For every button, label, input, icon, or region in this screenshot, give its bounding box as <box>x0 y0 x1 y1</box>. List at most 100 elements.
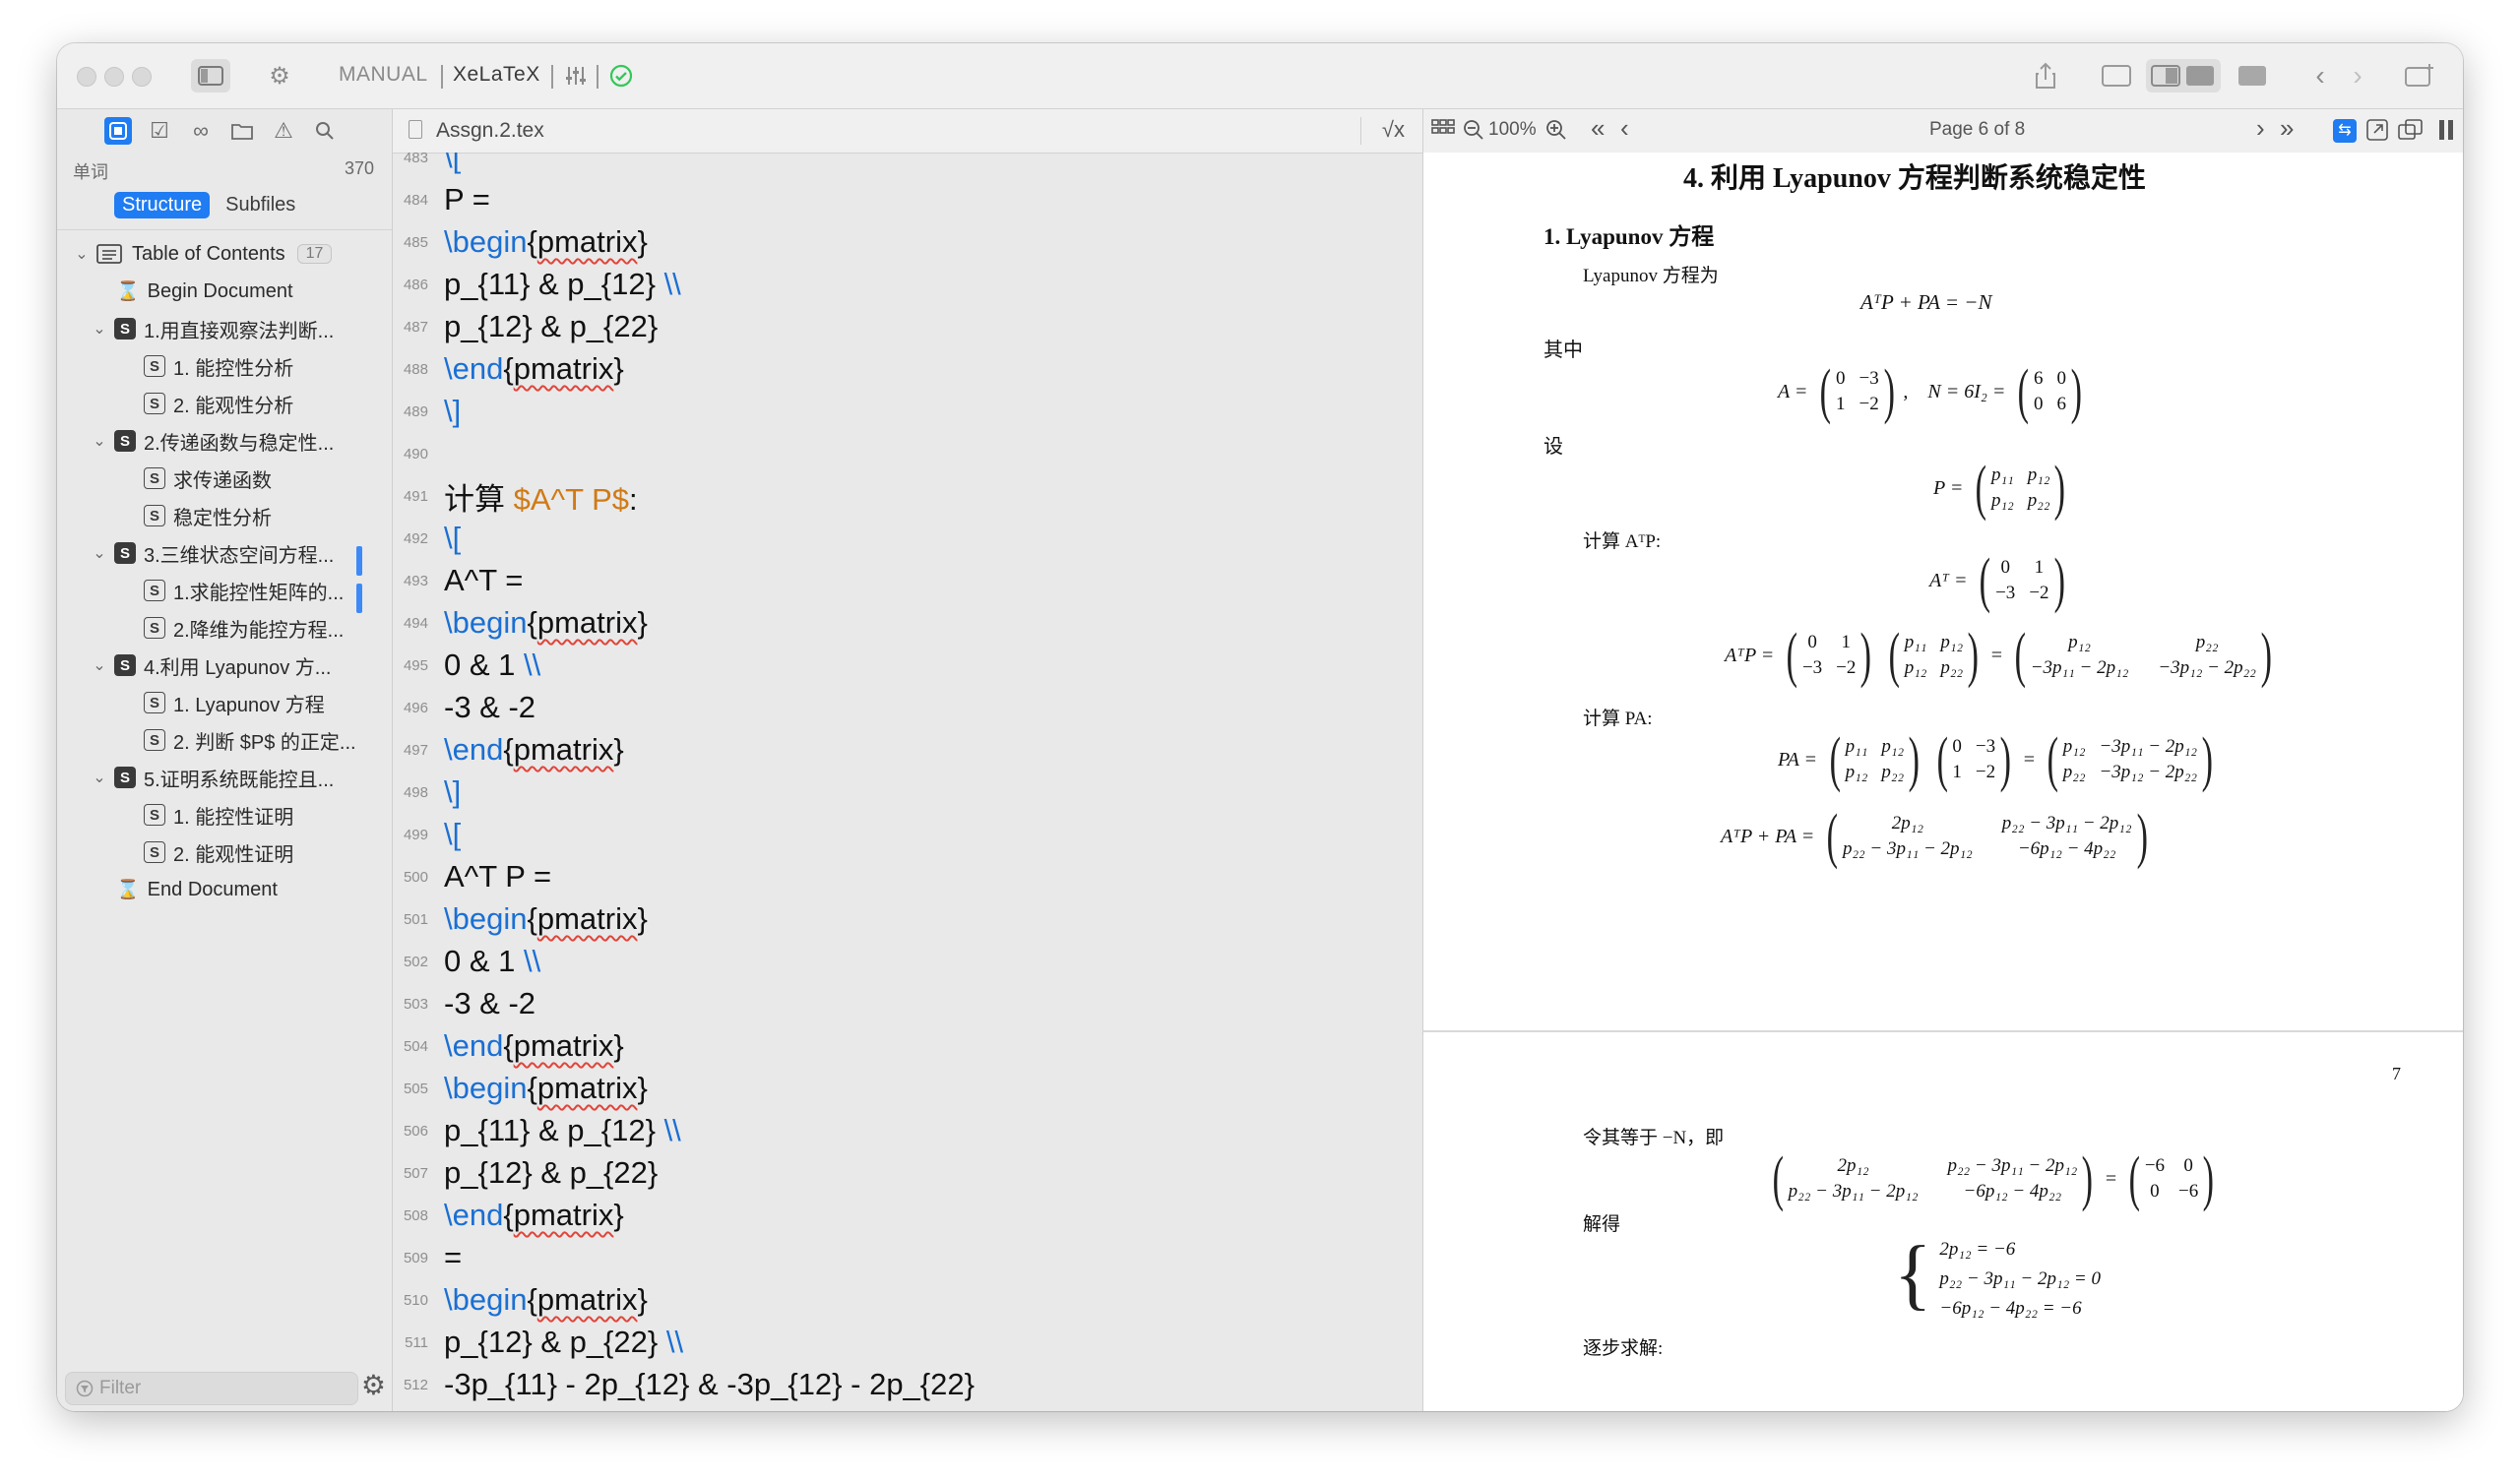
zoom-level[interactable]: 100% <box>1488 119 1537 141</box>
code-text[interactable]: 0 & 1 \\ <box>444 648 540 683</box>
layout-single-icon[interactable] <box>2097 59 2136 93</box>
first-page-icon[interactable]: « <box>1591 113 1605 144</box>
outline-subsection[interactable]: S 1. 能控性证明 <box>144 798 293 832</box>
code-text[interactable]: \end{pmatrix} <box>444 732 624 768</box>
outline-document-marker[interactable]: ⌛ End Document <box>116 873 278 906</box>
code-line[interactable]: 499 \[ <box>393 814 461 855</box>
zoom-in-icon[interactable] <box>1545 119 1567 147</box>
chevron-down-icon[interactable]: ⌄ <box>91 319 108 339</box>
outline-section[interactable]: ⌄ S 1.用直接观察法判断... <box>91 312 334 345</box>
layout-split-icon[interactable] <box>2146 59 2221 93</box>
code-text[interactable]: = <box>444 1240 462 1275</box>
code-text[interactable]: p_{12} & p_{22} <box>444 309 658 344</box>
code-text[interactable]: \[ <box>444 521 461 556</box>
code-line[interactable]: 509 = <box>393 1237 462 1278</box>
sidebar-toggle-icon[interactable] <box>191 59 230 93</box>
build-mode-label[interactable]: MANUAL <box>339 63 428 87</box>
outline-subsection[interactable]: S 2. 能观性分析 <box>144 387 293 420</box>
outline-document-marker[interactable]: ⌛ Begin Document <box>116 275 293 308</box>
outline-subsection[interactable]: S 1. 能控性分析 <box>144 349 293 383</box>
warning-icon[interactable]: ⚠ <box>270 117 297 145</box>
code-line[interactable]: 503 -3 & -2 <box>393 983 536 1024</box>
code-text[interactable]: \] <box>444 774 461 810</box>
code-text[interactable]: p_{11} & p_{12} \\ <box>444 267 681 302</box>
column-layout-icon[interactable] <box>2437 119 2455 147</box>
outline-section[interactable]: ⌄ S 5.证明系统既能控且... <box>91 761 334 794</box>
code-text[interactable]: \begin{pmatrix} <box>444 605 648 641</box>
code-text[interactable]: -3 & -2 <box>444 986 536 1021</box>
link-icon[interactable]: ∞ <box>187 117 215 145</box>
close-window-button[interactable] <box>77 67 96 87</box>
code-line[interactable]: 488 \end{pmatrix} <box>393 348 624 390</box>
code-text[interactable]: p_{12} & p_{22} \\ <box>444 1325 683 1360</box>
next-page-icon[interactable]: › <box>2256 113 2265 144</box>
code-text[interactable]: 0 & 1 \\ <box>444 944 540 979</box>
filter-input[interactable]: Filter <box>65 1372 358 1405</box>
outline-section[interactable]: ⌄ S 2.传递函数与稳定性... <box>91 424 334 458</box>
editor-filename[interactable]: Assgn.2.tex <box>436 119 544 143</box>
code-line[interactable]: 483 \[ <box>393 153 461 178</box>
code-line[interactable]: 487 p_{12} & p_{22} <box>393 306 658 347</box>
code-line[interactable]: 512 -3p_{11} - 2p_{12} & -3p_{12} - 2p_{2… <box>393 1364 975 1405</box>
back-chevron-icon[interactable]: ‹ <box>2305 59 2335 93</box>
code-line[interactable]: 490 <box>393 433 444 474</box>
code-line[interactable]: 491 计算 $A^T P$: <box>393 475 638 517</box>
thumbnail-grid-icon[interactable] <box>1431 119 1455 147</box>
build-success-check-icon[interactable] <box>604 59 638 93</box>
code-line[interactable]: 495 0 & 1 \\ <box>393 645 540 686</box>
code-line[interactable]: 510 \begin{pmatrix} <box>393 1279 648 1321</box>
code-text[interactable]: p_{11} & p_{12} \\ <box>444 1113 681 1148</box>
code-line[interactable]: 496 -3 & -2 <box>393 687 536 728</box>
search-icon[interactable] <box>311 117 339 145</box>
code-line[interactable]: 489 \] <box>393 391 461 432</box>
minimize-window-button[interactable] <box>104 67 124 87</box>
chevron-down-icon[interactable]: ⌄ <box>91 655 108 675</box>
code-text[interactable]: \begin{pmatrix} <box>444 224 648 260</box>
code-line[interactable]: 502 0 & 1 \\ <box>393 941 540 982</box>
code-text[interactable]: \begin{pmatrix} <box>444 1282 648 1318</box>
share-icon[interactable] <box>2026 59 2065 93</box>
math-sqrt-icon[interactable]: √x <box>1382 117 1405 143</box>
settings-gear-icon[interactable]: ⚙ <box>260 59 299 93</box>
code-line[interactable]: 508 \end{pmatrix} <box>393 1195 624 1236</box>
zoom-out-icon[interactable] <box>1463 119 1484 147</box>
code-line[interactable]: 513\end{pmatrix} <box>393 1406 624 1411</box>
code-line[interactable]: 492 \[ <box>393 518 461 559</box>
code-text[interactable]: A^T = <box>444 563 523 598</box>
code-text[interactable]: \] <box>444 394 461 429</box>
outline-section[interactable]: ⌄ S 3.三维状态空间方程... <box>91 536 334 570</box>
folder-icon[interactable] <box>228 117 256 145</box>
code-line[interactable]: 511 p_{12} & p_{22} \\ <box>393 1322 683 1363</box>
code-line[interactable]: 493 A^T = <box>393 560 523 601</box>
outline-subsection[interactable]: S 2. 能观性证明 <box>144 835 293 869</box>
code-line[interactable]: 497 \end{pmatrix} <box>393 729 624 771</box>
todo-checkbox-icon[interactable]: ☑ <box>146 117 173 145</box>
outline-subsection[interactable]: S 稳定性分析 <box>144 499 272 532</box>
code-line[interactable]: 507 p_{12} & p_{22} <box>393 1152 658 1194</box>
new-window-icon[interactable] <box>2400 59 2439 93</box>
forward-chevron-icon[interactable]: › <box>2343 59 2372 93</box>
code-line[interactable]: 504 \end{pmatrix} <box>393 1025 624 1067</box>
code-text[interactable]: \[ <box>444 817 461 852</box>
code-line[interactable]: 506 p_{11} & p_{12} \\ <box>393 1110 681 1151</box>
code-text[interactable]: \end{pmatrix} <box>444 351 624 387</box>
chevron-down-icon[interactable]: ⌄ <box>91 768 108 787</box>
sync-scroll-icon[interactable]: ⇆ <box>2333 119 2357 143</box>
code-text[interactable]: -3 & -2 <box>444 690 536 725</box>
code-text[interactable]: \begin{pmatrix} <box>444 901 648 937</box>
engine-selector[interactable]: XeLaTeX <box>453 63 540 87</box>
outline-subsection[interactable]: S 2.降维为能控方程... <box>144 611 344 645</box>
outline-subsection[interactable]: S 求传递函数 <box>144 462 272 495</box>
code-text[interactable]: \end{pmatrix} <box>444 1198 624 1233</box>
code-text[interactable]: P = <box>444 182 490 217</box>
layout-preview-icon[interactable] <box>2233 59 2272 93</box>
outline-section[interactable]: ⌄ S 4.利用 Lyapunov 方... <box>91 648 331 682</box>
chevron-down-icon[interactable]: ⌄ <box>91 543 108 563</box>
filter-settings-gear-icon[interactable]: ⚙ <box>361 1369 386 1401</box>
code-text[interactable]: \[ <box>444 153 461 175</box>
code-area[interactable]: 483 \[484 P = 485 \begin{pmatrix} 486 p_{11} &… <box>393 153 1422 1411</box>
last-page-icon[interactable]: » <box>2280 113 2294 144</box>
detach-window-icon[interactable] <box>2398 119 2424 147</box>
sliders-icon[interactable] <box>559 59 593 93</box>
code-text[interactable]: \end{pmatrix} <box>444 1409 624 1411</box>
